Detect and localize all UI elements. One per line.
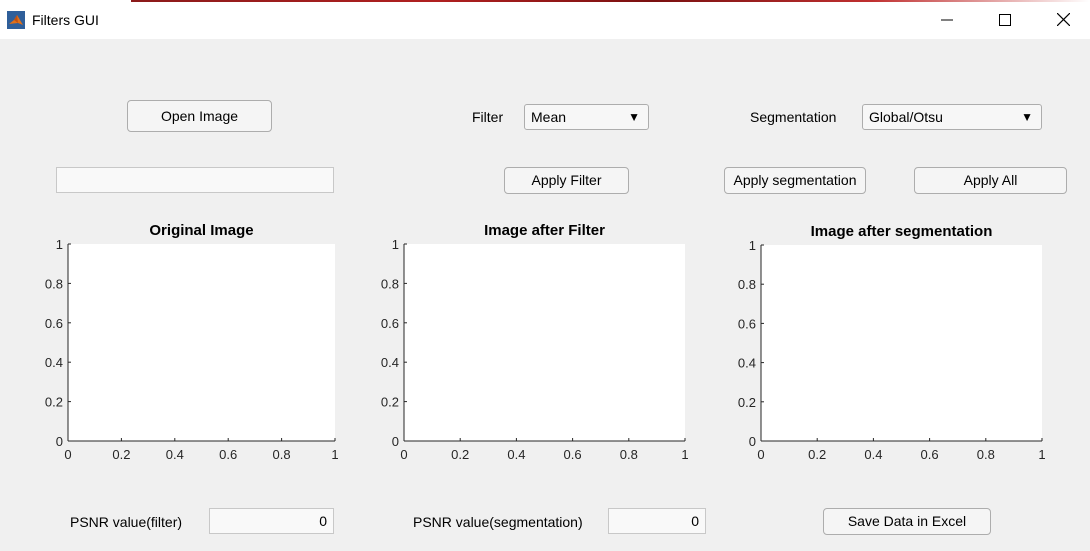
y-tick-label: 0.8	[738, 277, 756, 292]
matlab-icon	[7, 11, 25, 29]
y-tick-label: 0.4	[381, 355, 399, 370]
x-tick-label: 0.6	[219, 447, 237, 462]
x-tick-label: 0.4	[166, 447, 184, 462]
maximize-button[interactable]	[982, 0, 1028, 39]
axes-title-segmentation: Image after segmentation	[810, 223, 993, 240]
x-tick-label: 0.2	[112, 447, 130, 462]
y-tick-label: 1	[749, 238, 756, 253]
close-icon	[1056, 13, 1070, 26]
x-tick-label: 0	[400, 447, 407, 462]
x-tick-label: 0.6	[564, 447, 582, 462]
dropdown-arrow-icon: ▼	[1021, 110, 1033, 124]
x-tick-label: 0	[757, 447, 764, 462]
y-tick-label: 0.4	[45, 355, 63, 370]
x-tick-label: 0.8	[273, 447, 291, 462]
psnr-segmentation-field[interactable]: 0	[608, 508, 706, 534]
plot-area	[761, 245, 1042, 441]
plot-area	[404, 244, 685, 441]
plot-area	[68, 244, 335, 441]
close-button[interactable]	[1040, 0, 1086, 39]
window-title: Filters GUI	[32, 12, 99, 28]
x-tick-label: 0.2	[808, 447, 826, 462]
axes-title-filter: Image after Filter	[484, 222, 605, 239]
x-tick-label: 0.6	[921, 447, 939, 462]
segmentation-label: Segmentation	[750, 109, 837, 125]
y-tick-label: 0.4	[738, 356, 756, 371]
y-tick-label: 0.6	[381, 316, 399, 331]
y-tick-label: 0.2	[45, 395, 63, 410]
open-image-button[interactable]: Open Image	[127, 100, 272, 132]
y-tick-label: 0.8	[381, 276, 399, 291]
apply-all-button[interactable]: Apply All	[914, 167, 1067, 194]
x-tick-label: 0	[64, 447, 71, 462]
x-tick-label: 1	[331, 447, 338, 462]
x-tick-label: 1	[1038, 447, 1045, 462]
segmentation-selected-value: Global/Otsu	[869, 109, 943, 125]
image-path-field[interactable]	[56, 167, 334, 193]
dropdown-arrow-icon: ▼	[628, 110, 640, 124]
x-tick-label: 0.8	[620, 447, 638, 462]
save-excel-button[interactable]: Save Data in Excel	[823, 508, 991, 535]
y-tick-label: 0	[56, 434, 63, 449]
y-tick-label: 0	[392, 434, 399, 449]
y-tick-label: 1	[56, 237, 63, 252]
filter-selected-value: Mean	[531, 109, 567, 125]
apply-segmentation-button[interactable]: Apply segmentation	[724, 167, 866, 194]
psnr-filter-field[interactable]: 0	[209, 508, 334, 534]
axes-original-image[interactable]: 0 0.2 0.4 0.6 0.8 1 0 0.2 0.4 0.6 0.8 1	[45, 237, 339, 462]
filter-label: Filter	[472, 109, 504, 125]
title-bar: Filters GUI	[0, 0, 1090, 39]
y-tick-label: 0.2	[381, 395, 399, 410]
x-tick-label: 0.4	[507, 447, 525, 462]
psnr-segmentation-label: PSNR value(segmentation)	[413, 514, 583, 530]
y-tick-label: 0.8	[45, 276, 63, 291]
x-tick-label: 0.4	[864, 447, 882, 462]
y-tick-label: 0.2	[738, 395, 756, 410]
apply-filter-button[interactable]: Apply Filter	[504, 167, 629, 194]
minimize-icon	[941, 19, 953, 20]
y-tick-label: 0.6	[45, 316, 63, 331]
segmentation-select[interactable]: Global/Otsu ▼	[862, 104, 1042, 130]
y-tick-label: 1	[392, 237, 399, 252]
axes-image-after-segmentation[interactable]: 0 0.2 0.4 0.6 0.8 1 0 0.2 0.4 0.6 0.8 1	[738, 238, 1046, 462]
x-tick-label: 1	[681, 447, 688, 462]
axes-title-original: Original Image	[149, 222, 254, 239]
x-tick-label: 0.8	[977, 447, 995, 462]
x-tick-label: 0.2	[451, 447, 469, 462]
y-tick-label: 0	[749, 434, 756, 449]
y-tick-label: 0.6	[738, 316, 756, 331]
maximize-icon	[999, 13, 1011, 26]
filter-select[interactable]: Mean ▼	[524, 104, 649, 130]
minimize-button[interactable]	[924, 0, 970, 39]
axes-image-after-filter[interactable]: 0 0.2 0.4 0.6 0.8 1 0 0.2 0.4 0.6 0.8 1	[381, 237, 689, 462]
psnr-filter-label: PSNR value(filter)	[70, 514, 183, 530]
